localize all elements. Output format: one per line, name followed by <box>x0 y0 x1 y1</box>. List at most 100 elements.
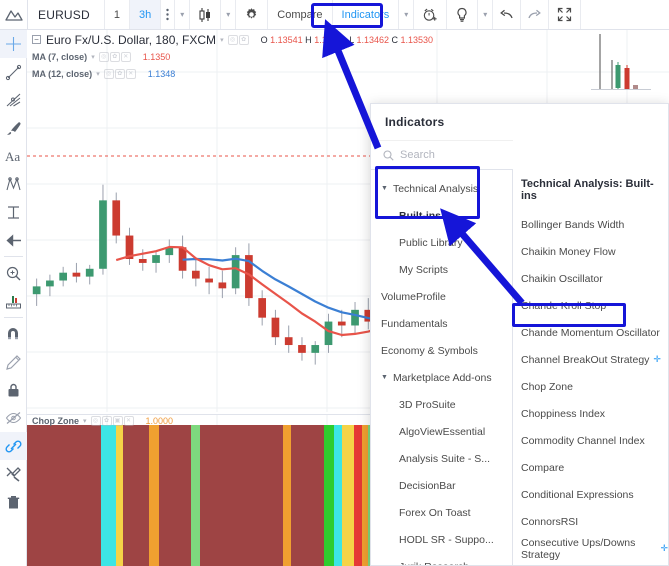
category-item[interactable]: VolumeProfile <box>371 283 512 310</box>
indicators-dialog[interactable]: Indicators Search ▼ Technical Analysis Bui… <box>370 103 669 566</box>
indicator-list[interactable]: Bollinger Bands Width Chaikin Money Flow C… <box>513 211 668 565</box>
indicator-label: Bollinger Bands Width <box>521 218 625 231</box>
legend-title-row[interactable]: − Euro Fx/U.S. Dollar, 180, FXCM ▾ ◎ ✿ O… <box>32 32 433 47</box>
indicator-item[interactable]: Chande Kroll Stop <box>513 292 668 319</box>
category-item[interactable]: Fundamentals <box>371 310 512 337</box>
gear-icon[interactable]: ✿ <box>109 51 120 62</box>
chart-style-chevron-down-icon[interactable]: ▾ <box>221 0 237 29</box>
legend-study-row[interactable]: MA (7, close) ▾ ◎ ✿ ✕ 1.1350 <box>32 49 433 64</box>
chop-zone-legend[interactable]: Chop Zone ▾ ◎ ✿ ▣ ✕ 1.0000 <box>32 416 173 426</box>
chart-style-candlestick-icon[interactable] <box>190 0 222 29</box>
eye-icon[interactable]: ◎ <box>103 68 114 79</box>
arrow-left-icon[interactable] <box>0 226 27 254</box>
legend-buttons[interactable]: ◎ ✿ <box>227 34 249 45</box>
indicator-item[interactable]: Consecutive Ups/Downs Strategy ✛ <box>513 535 668 562</box>
indicator-item[interactable]: Choppiness Index <box>513 400 668 427</box>
gann-fan-icon[interactable] <box>0 170 27 198</box>
indicator-item[interactable]: Chaikin Oscillator <box>513 265 668 292</box>
chevron-down-icon[interactable]: ▾ <box>91 53 95 61</box>
category-item[interactable]: AlgoViewEssential <box>371 418 512 445</box>
link-sync-icon[interactable] <box>0 432 27 460</box>
zoom-in-icon[interactable] <box>0 259 27 287</box>
gear-icon[interactable]: ✿ <box>238 34 249 45</box>
chevron-down-icon[interactable]: ▾ <box>96 70 100 78</box>
chevron-down-icon[interactable]: ▾ <box>83 417 87 425</box>
category-item[interactable]: Analysis Suite - S... <box>371 445 512 472</box>
trend-line-icon[interactable] <box>0 58 27 86</box>
eye-icon[interactable]: ◎ <box>227 34 238 45</box>
trash-icon[interactable] <box>0 488 27 516</box>
indicators-chevron-down-icon[interactable]: ▾ <box>399 0 415 29</box>
indicator-label: Chande Momentum Oscillator <box>521 326 660 339</box>
fullscreen-icon[interactable] <box>549 0 582 29</box>
measure-icon[interactable] <box>0 287 27 315</box>
maximize-icon[interactable]: ▣ <box>112 416 123 426</box>
pencil-stay-in-drawing-icon[interactable] <box>0 348 27 376</box>
category-item[interactable]: Economy & Symbols <box>371 337 512 364</box>
sub-study-buttons[interactable]: ◎ ✿ ▣ ✕ <box>90 416 134 426</box>
indicator-item[interactable]: ConnorsRSI <box>513 508 668 535</box>
premium-badge-icon: ✛ <box>653 354 661 364</box>
indicators-button[interactable]: Indicators <box>332 0 400 29</box>
indicator-item[interactable]: Commodity Channel Index <box>513 427 668 454</box>
category-item[interactable]: ▼ Marketplace Add-ons <box>371 364 512 391</box>
indicator-label: Commodity Channel Index <box>521 434 645 447</box>
gear-icon[interactable]: ✿ <box>114 68 125 79</box>
indicator-item[interactable]: Chaikin Money Flow <box>513 238 668 265</box>
eye-icon[interactable]: ◎ <box>90 416 101 426</box>
long-position-icon[interactable] <box>0 198 27 226</box>
chevron-down-icon[interactable]: ▾ <box>220 36 224 44</box>
ideas-chevron-down-icon[interactable]: ▾ <box>478 0 494 29</box>
tradingview-logo-icon[interactable] <box>0 0 28 29</box>
category-item[interactable]: Built-ins <box>371 202 512 229</box>
symbol-button[interactable]: EURUSD <box>28 0 105 29</box>
indicator-item[interactable]: Chop Zone <box>513 373 668 400</box>
alarm-add-icon[interactable] <box>414 0 448 29</box>
category-item[interactable]: DecisionBar <box>371 472 512 499</box>
gear-icon[interactable] <box>236 0 269 29</box>
interval-chevron-down-icon[interactable]: ▾ <box>175 0 191 29</box>
indicator-item[interactable]: Compare <box>513 454 668 481</box>
category-item[interactable]: 3D ProSuite <box>371 391 512 418</box>
category-item[interactable]: My Scripts <box>371 256 512 283</box>
close-icon[interactable]: ✕ <box>123 416 134 426</box>
indicator-item[interactable]: Coppock Curve <box>513 562 668 565</box>
legend-study-row[interactable]: MA (12, close) ▾ ◎ ✿ ✕ 1.1348 <box>32 66 433 81</box>
hide-drawings-icon[interactable] <box>0 404 27 432</box>
lock-icon[interactable] <box>0 376 27 404</box>
category-item[interactable]: Forex On Toast <box>371 499 512 526</box>
study-buttons[interactable]: ◎ ✿ ✕ <box>98 51 131 62</box>
eye-icon[interactable]: ◎ <box>98 51 109 62</box>
indicator-item[interactable]: Channel BreakOut Strategy ✛ <box>513 346 668 373</box>
chevron-down-icon[interactable]: ▼ <box>381 374 388 381</box>
category-item[interactable]: Jurik Research <box>371 553 512 566</box>
text-tool-icon[interactable]: Aa <box>0 142 27 170</box>
undo-arrow-icon[interactable] <box>493 0 522 29</box>
crosshair-cursor-icon[interactable] <box>0 30 27 58</box>
gear-icon[interactable]: ✿ <box>101 416 112 426</box>
indicator-list-panel[interactable]: Technical Analysis: Built-ins Bollinger … <box>513 170 668 565</box>
compare-button[interactable]: Compare <box>268 0 333 29</box>
brush-icon[interactable] <box>0 114 27 142</box>
lightbulb-icon[interactable] <box>447 0 479 29</box>
redo-arrow-icon[interactable] <box>521 0 550 29</box>
close-icon[interactable]: ✕ <box>120 51 131 62</box>
close-icon[interactable]: ✕ <box>125 68 136 79</box>
category-item[interactable]: HODL SR - Suppo... <box>371 526 512 553</box>
interval-3h-button[interactable]: 3h <box>130 0 162 29</box>
kebab-menu-icon[interactable] <box>161 0 176 29</box>
pitchfork-icon[interactable] <box>0 86 27 114</box>
category-item[interactable]: ▼ Technical Analysis <box>371 175 512 202</box>
interval-1-button[interactable]: 1 <box>104 0 130 29</box>
magnet-icon[interactable] <box>0 320 27 348</box>
search-input[interactable]: Search <box>371 140 513 170</box>
indicator-item[interactable]: Bollinger Bands Width <box>513 211 668 238</box>
indicator-item[interactable]: Chande Momentum Oscillator <box>513 319 668 346</box>
indicator-item[interactable]: Conditional Expressions <box>513 481 668 508</box>
category-item[interactable]: Public Library <box>371 229 512 256</box>
study-buttons[interactable]: ◎ ✿ ✕ <box>103 68 136 79</box>
chevron-down-icon[interactable]: ▼ <box>381 185 388 192</box>
collapse-icon[interactable]: − <box>32 35 41 44</box>
category-list[interactable]: ▼ Technical Analysis Built-ins Public Libra… <box>371 170 513 565</box>
tools-icon[interactable] <box>0 460 27 488</box>
